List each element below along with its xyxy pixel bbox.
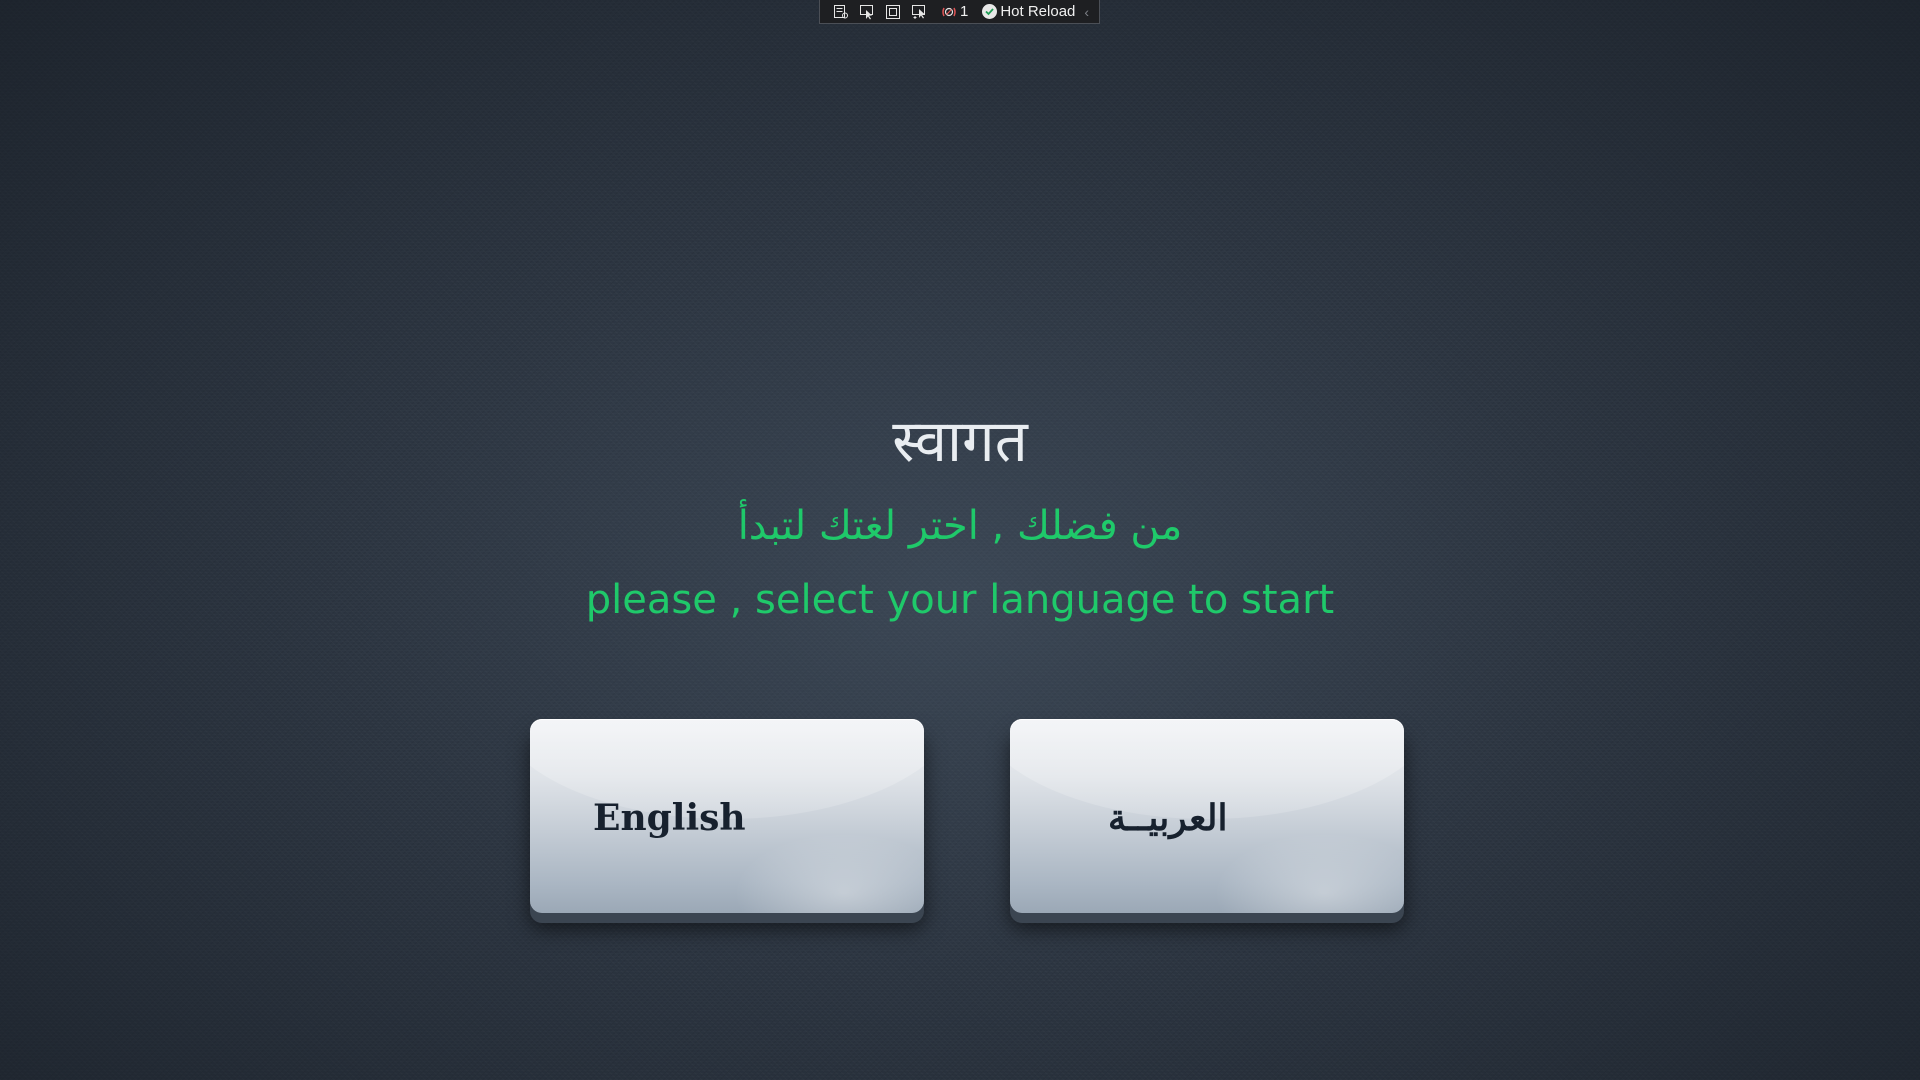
live-visual-tree-icon[interactable] bbox=[832, 3, 850, 21]
hot-reload-status[interactable]: Hot Reload bbox=[982, 3, 1075, 20]
welcome-title: स्वागत bbox=[892, 407, 1028, 475]
arabic-button-label: العربيــة bbox=[1108, 797, 1228, 839]
instruction-english: please , select your language to start bbox=[585, 577, 1335, 623]
binding-failures-icon bbox=[940, 3, 958, 21]
display-layout-adorners-icon[interactable] bbox=[884, 3, 902, 21]
track-focus-icon[interactable] bbox=[910, 3, 928, 21]
check-icon bbox=[982, 4, 998, 19]
binding-failures-count: 1 bbox=[960, 3, 969, 20]
collapse-toolbar-icon[interactable]: ‹ bbox=[1084, 4, 1093, 20]
arabic-language-button[interactable]: العربيــة bbox=[1010, 719, 1404, 913]
binding-failures-indicator[interactable]: 1 bbox=[940, 3, 968, 21]
hot-reload-label: Hot Reload bbox=[1000, 3, 1076, 20]
debug-toolbar: 1 Hot Reload ‹ bbox=[819, 0, 1100, 24]
instruction-arabic: من فضلك , اختر لغتك لتبدأ bbox=[737, 503, 1183, 549]
english-button-label: English bbox=[593, 797, 746, 839]
english-language-button[interactable]: English bbox=[530, 719, 924, 913]
select-element-icon[interactable] bbox=[858, 3, 876, 21]
